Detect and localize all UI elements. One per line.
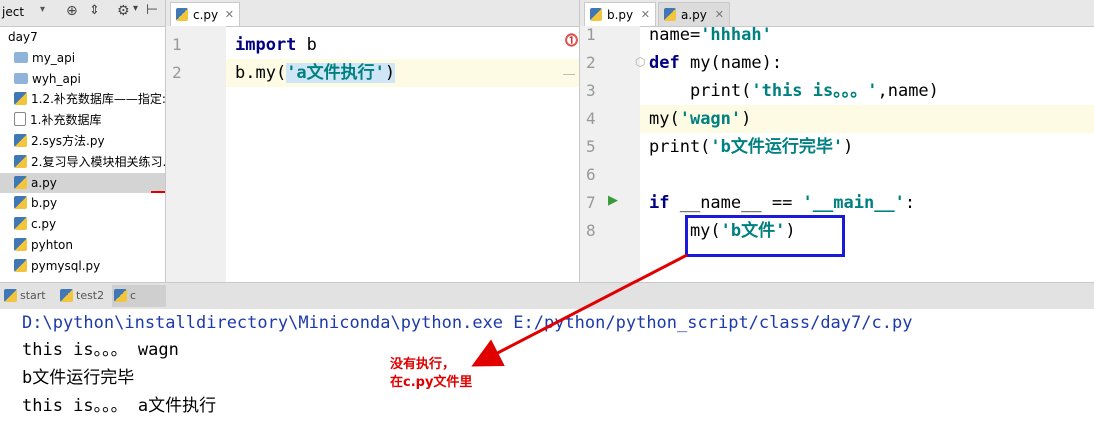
annotation-arrow xyxy=(471,253,688,367)
